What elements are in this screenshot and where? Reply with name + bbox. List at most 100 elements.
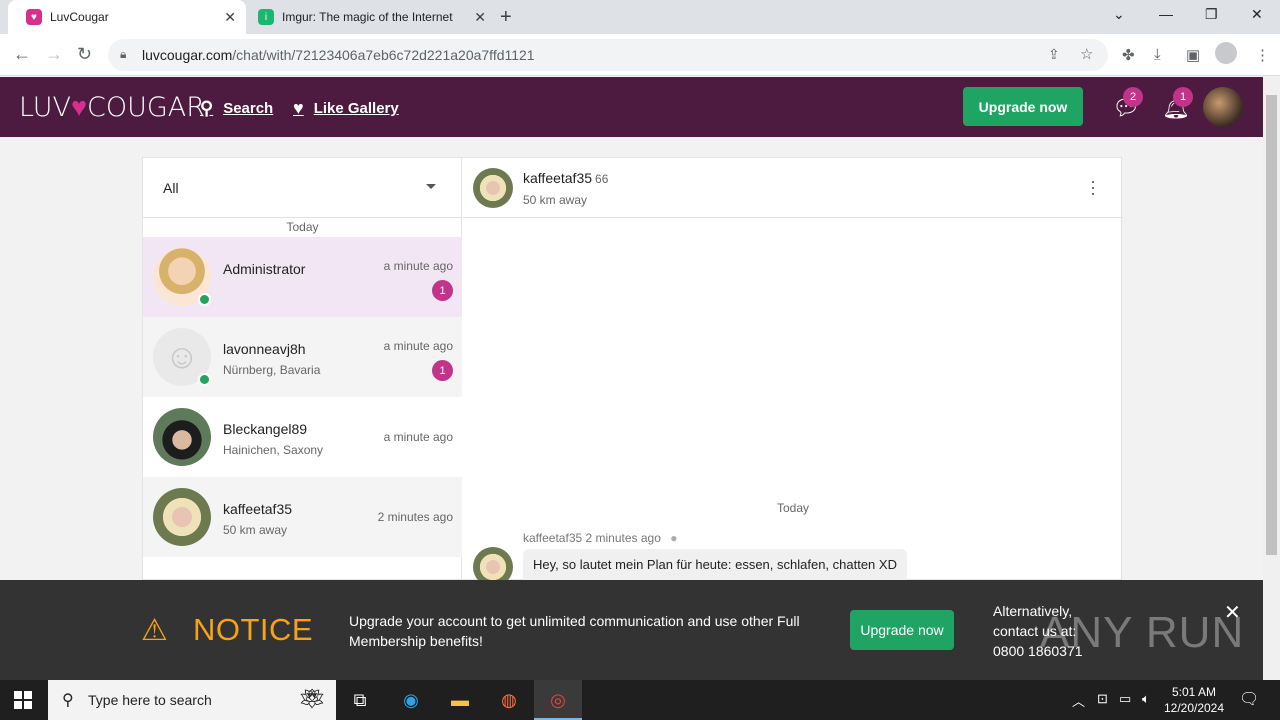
device-icon[interactable]: ⊡ [1097, 691, 1108, 707]
conversation-name: kaffeetaf35 [223, 501, 293, 517]
forward-arrow-icon[interactable]: → [45, 44, 63, 65]
site-logo[interactable]: LUV♥COUGAR [19, 92, 205, 123]
conversation-name: Bleckangel89 [223, 421, 308, 437]
search-icon: ⚲ [62, 692, 74, 709]
tab-luvcougar[interactable]: ♥ LuvCougar ✕ [8, 0, 246, 34]
tab-imgur[interactable]: i Imgur: The magic of the Internet ✕ [248, 0, 488, 34]
share-icon[interactable]: ⇪ [1048, 46, 1060, 63]
avatar [153, 408, 211, 466]
minimize-button[interactable]: — [1159, 6, 1173, 22]
tab-title: LuvCougar [50, 10, 109, 24]
taskbar-search-input[interactable]: ⚲ Type here to search 🪷︎ [48, 680, 336, 720]
edge-icon[interactable]: ◉ [397, 686, 425, 714]
upgrade-button[interactable]: Upgrade now [963, 87, 1083, 126]
browser-tab-strip: ♥ LuvCougar ✕ i Imgur: The magic of the … [0, 0, 1280, 34]
notifications-badge: 1 [1173, 87, 1193, 107]
like-gallery-link[interactable]: ♥ Like Gallery [293, 98, 399, 119]
chat-panel: All Today Administrator a minute ago 1 ☺… [142, 157, 1123, 587]
volume-icon[interactable]: 🔈︎ [1142, 691, 1150, 707]
close-notice-icon[interactable]: ✕ [1224, 600, 1241, 625]
conversation-location: Nürnberg, Bavaria [223, 363, 321, 377]
address-bar: ← → ↻ 🔒︎ luvcougar.com/chat/with/7212340… [0, 34, 1280, 76]
chat-partner-name-text: kaffeetaf35 [523, 170, 593, 186]
heart-icon: ♥ [293, 98, 304, 118]
notifications-center-icon[interactable]: 🗨︎ [1239, 689, 1259, 709]
restore-button[interactable]: ❐ [1205, 6, 1218, 23]
online-status-dot [198, 293, 211, 306]
conversation-item[interactable]: Administrator a minute ago 1 [143, 237, 462, 317]
tab-search-chevron-icon[interactable]: ⌄ [1113, 6, 1125, 23]
back-arrow-icon[interactable]: ← [13, 44, 31, 65]
conversation-list: All Today Administrator a minute ago 1 ☺… [143, 158, 462, 581]
search-link-label: Search [223, 100, 274, 117]
side-panel-icon[interactable]: ▣ [1186, 46, 1200, 64]
firefox-icon[interactable]: ◍ [495, 686, 523, 714]
conversation-filter-select[interactable]: All [143, 158, 462, 218]
conversation-item[interactable]: Bleckangel89 Hainichen, Saxony a minute … [143, 397, 462, 477]
logo-text-left: LUV [19, 92, 71, 123]
search-highlight-lotus-icon: 🪷︎ [298, 686, 326, 711]
reload-icon[interactable]: ↻ [77, 44, 92, 65]
tab-title: Imgur: The magic of the Internet [282, 10, 453, 24]
network-icon[interactable]: ▭ [1119, 691, 1131, 707]
notice-title: NOTICE [193, 612, 314, 647]
lock-icon: 🔒︎ [120, 47, 127, 61]
notice-upgrade-button[interactable]: Upgrade now [850, 610, 954, 650]
windows-start-icon[interactable] [14, 691, 32, 709]
scrollbar-thumb[interactable] [1266, 95, 1277, 555]
imgur-favicon: i [258, 9, 274, 25]
search-icon: ⚲ [200, 98, 214, 118]
task-view-icon[interactable]: ⧉ [346, 686, 374, 714]
windows-taskbar: ⚲ Type here to search 🪷︎ ⧉ ◉ ▬ ◍ ◎ ︿ ⊡ ▭… [0, 680, 1280, 720]
chat-window: kaffeetaf35 66 50 km away · · · Today kaffe… [463, 158, 1123, 587]
conversation-name: Administrator [223, 261, 306, 277]
chat-partner-avatar[interactable] [473, 168, 513, 208]
url-input[interactable]: 🔒︎ luvcougar.com/chat/with/72123406a7eb6… [108, 39, 1108, 71]
chat-partner-name[interactable]: kaffeetaf35 66 [523, 170, 608, 186]
file-explorer-icon[interactable]: ▬ [446, 686, 474, 714]
conversation-item[interactable]: ☺ lavonneavj8h Nürnberg, Bavaria a minut… [143, 317, 462, 397]
search-link[interactable]: ⚲ Search [200, 98, 273, 119]
chat-partner-distance: 50 km away [523, 193, 588, 207]
day-separator: Today [776, 501, 810, 515]
chat-partner-age: 66 [595, 172, 609, 186]
message-bubble: Hey, so lautet mein Plan für heute: esse… [523, 549, 907, 583]
new-tab-button[interactable]: + [500, 6, 512, 29]
chrome-menu-icon[interactable]: ⋮ [1255, 46, 1270, 64]
profile-icon[interactable] [1215, 42, 1237, 64]
avatar [153, 488, 211, 546]
message-meta-text: kaffeetaf35 2 minutes ago [523, 531, 661, 545]
page-scrollbar[interactable] [1263, 77, 1280, 680]
message-status-dot: ● [670, 531, 678, 545]
more-options-icon[interactable]: · · · [1089, 172, 1097, 202]
chrome-icon: ◎ [550, 689, 566, 710]
extensions-icon[interactable]: ✤ [1122, 46, 1135, 64]
day-separator: Today [286, 220, 319, 234]
dropdown-caret-icon [426, 184, 436, 189]
bookmark-star-icon[interactable]: ☆ [1080, 45, 1093, 63]
chat-header: kaffeetaf35 66 50 km away · · · [463, 158, 1123, 218]
upgrade-notice-bar: ⚠ NOTICE Upgrade your account to get unl… [0, 580, 1263, 680]
like-gallery-label: Like Gallery [313, 100, 399, 117]
download-icon[interactable]: ⤓ [1154, 46, 1161, 63]
chrome-taskbar-button[interactable]: ◎ [534, 680, 582, 720]
tray-chevron-icon[interactable]: ︿ [1072, 691, 1085, 710]
user-avatar[interactable] [1203, 87, 1243, 127]
taskbar-search-placeholder: Type here to search [88, 692, 212, 708]
close-window-button[interactable]: ✕ [1251, 6, 1263, 23]
system-clock[interactable]: 5:01 AM 12/20/2024 [1162, 684, 1226, 716]
logo-heart-icon: ♥ [70, 92, 87, 123]
conversation-item[interactable]: kaffeetaf35 50 km away 2 minutes ago [143, 477, 462, 557]
online-status-dot [198, 373, 211, 386]
anyrun-watermark: ANY RUN [1040, 608, 1245, 657]
site-header: LUV♥COUGAR ⚲ Search ♥ Like Gallery Upgra… [0, 77, 1263, 137]
close-tab-icon[interactable]: ✕ [224, 9, 236, 26]
conversation-time: a minute ago [383, 430, 453, 444]
close-tab-icon[interactable]: ✕ [474, 9, 486, 26]
logo-text-right: COUGAR [86, 92, 205, 123]
conversation-time: a minute ago [383, 259, 453, 273]
conversation-name: lavonneavj8h [223, 341, 306, 357]
message-meta: kaffeetaf35 2 minutes ago ● [523, 531, 677, 545]
luvcougar-favicon: ♥ [26, 9, 42, 25]
url-path: /chat/with/72123406a7eb6c72d221a20a7ffd1… [232, 47, 535, 63]
